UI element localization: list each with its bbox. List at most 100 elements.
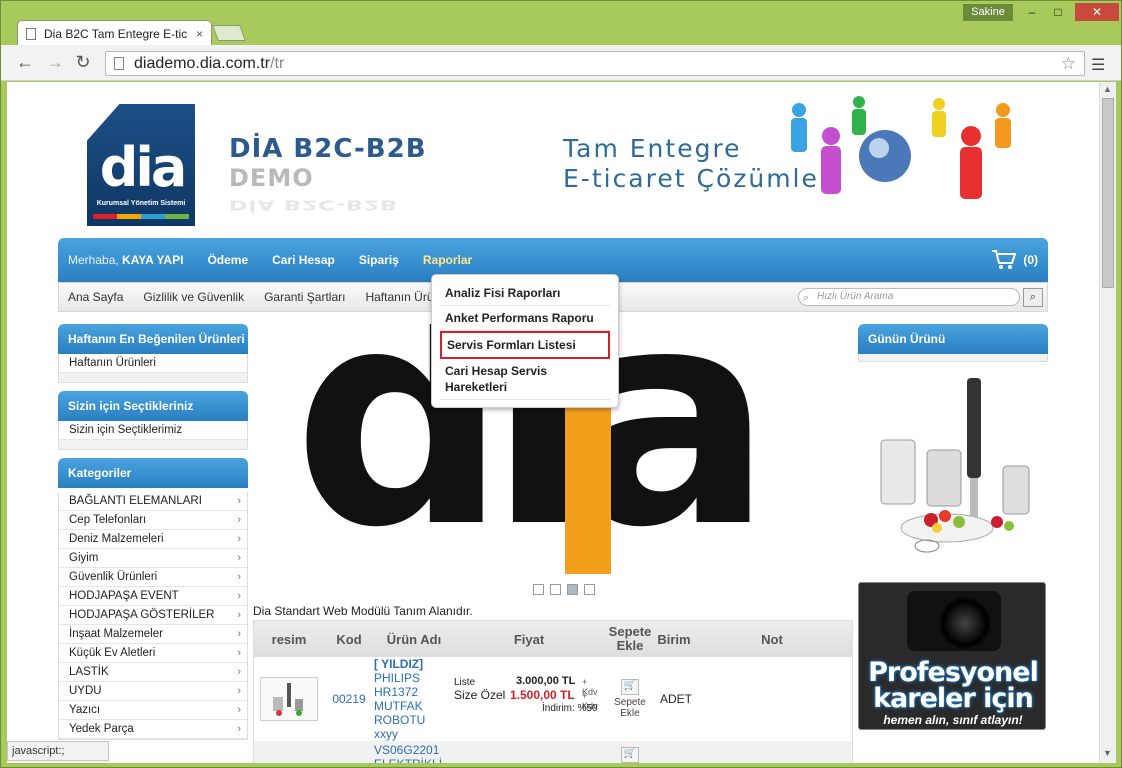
th-birim: Birim xyxy=(657,631,691,647)
category-label: Küçük Ev Aletleri xyxy=(69,647,156,659)
chevron-right-icon: › xyxy=(237,571,241,583)
category-item[interactable]: Güvenlik Ürünleri › xyxy=(59,568,247,587)
browser-toolbar: ← → ↻ diademo.dia.com.tr /tr ☆ ☰ xyxy=(1,45,1121,81)
greeting: Merhaba, KAYA YAPI xyxy=(68,253,184,267)
product-name[interactable]: VS06G2201 ELEKTRİKLİ xyxy=(374,741,454,763)
ad-line2: kareler için xyxy=(873,683,1034,714)
category-label: Yedek Parça xyxy=(69,723,134,735)
close-window-icon[interactable]: ✕ xyxy=(1075,3,1119,21)
browser-menu-icon[interactable]: ☰ xyxy=(1091,55,1105,75)
weekly-box: Haftanın Ürünleri xyxy=(58,354,248,383)
status-bar: javascript:; xyxy=(7,741,109,761)
category-label: HODJAPAŞA GÖSTERİLER xyxy=(69,609,215,621)
bookmark-star-icon[interactable]: ☆ xyxy=(1061,54,1076,74)
weekly-item[interactable]: Haftanın Ürünleri xyxy=(59,354,247,373)
browser-window: Dia B2C Tam Entegre E-tic × Sakine – □ ✕… xyxy=(0,0,1122,768)
chevron-right-icon: › xyxy=(237,552,241,564)
vertical-scrollbar[interactable]: ▲ ▼ xyxy=(1099,82,1116,763)
people-globe-illustration xyxy=(791,96,1011,199)
category-item[interactable]: İnşaat Malzemeler › xyxy=(59,625,247,644)
category-label: Giyim xyxy=(69,552,99,564)
tab-title: Dia B2C Tam Entegre E-tic xyxy=(44,26,188,41)
add-to-cart-button[interactable]: 🛒 xyxy=(604,741,656,763)
subnav-gizlilik[interactable]: Gizlilik ve Güvenlik xyxy=(143,290,244,304)
blender-product-image[interactable] xyxy=(867,370,1039,562)
th-urun-adi: Ürün Adı xyxy=(386,631,442,647)
category-item[interactable]: HODJAPAŞA GÖSTERİLER › xyxy=(59,606,247,625)
category-item[interactable]: Yedek Parça › xyxy=(59,720,247,739)
category-item[interactable]: HODJAPAŞA EVENT › xyxy=(59,587,247,606)
category-item[interactable]: UYDU › xyxy=(59,682,247,701)
scrollbar-thumb[interactable] xyxy=(1102,98,1114,288)
chevron-right-icon: › xyxy=(237,609,241,621)
chevron-right-icon: › xyxy=(237,628,241,640)
categories-title: Kategoriler xyxy=(58,458,248,488)
category-item[interactable]: Cep Telefonları › xyxy=(59,511,247,530)
close-tab-icon[interactable]: × xyxy=(196,27,203,41)
category-label: LASTİK xyxy=(69,666,109,678)
category-item[interactable]: Deniz Malzemeleri › xyxy=(59,530,247,549)
forward-icon[interactable]: → xyxy=(45,53,65,71)
category-label: Deniz Malzemeleri xyxy=(69,533,164,545)
category-item[interactable]: BAĞLANTI ELEMANLARI › xyxy=(59,492,247,511)
chevron-right-icon: › xyxy=(237,514,241,526)
dia-logo[interactable]: dia Kurumsal Yönetim Sistemi xyxy=(87,104,195,226)
category-item[interactable]: Giyim › xyxy=(59,549,247,568)
th-not: Not xyxy=(761,631,783,647)
picks-item[interactable]: Sizin için Seçtiklerimiz xyxy=(59,421,247,440)
slider-dot[interactable] xyxy=(584,584,595,595)
minimize-icon[interactable]: – xyxy=(1019,3,1045,21)
picks-box-title: Sizin için Seçtikleriniz xyxy=(58,391,248,421)
page-icon xyxy=(114,57,124,70)
subnav-ana-sayfa[interactable]: Ana Sayfa xyxy=(68,290,123,304)
nav-cari-hesap[interactable]: Cari Hesap xyxy=(272,253,335,267)
cart-icon: 🛒 xyxy=(621,747,639,763)
category-item[interactable]: Küçük Ev Aletleri › xyxy=(59,644,247,663)
product-price: Liste Size Özel 3.000,00 TL 1.500,00 TL … xyxy=(454,675,598,714)
table-row: VS06G2201 ELEKTRİKLİ 🛒 xyxy=(254,741,852,763)
add-to-cart-button[interactable]: 🛒 Sepete Ekle xyxy=(604,679,656,719)
category-item[interactable]: LASTİK › xyxy=(59,663,247,682)
camera-ad-banner[interactable]: Profesyonel kareler için hemen alın, sın… xyxy=(858,582,1046,730)
table-row: 00219 [ YILDIZ] PHILIPS HR1372 MUTFAK RO… xyxy=(254,657,852,741)
subnav-garanti[interactable]: Garanti Şartları xyxy=(264,290,345,304)
logo-text: dia xyxy=(99,136,188,199)
menu-cari-hesap-servis[interactable]: Cari Hesap Servis Hareketleri xyxy=(440,359,610,400)
menu-anket-performans[interactable]: Anket Performans Raporu xyxy=(440,306,610,331)
product-code[interactable]: 00219 xyxy=(324,692,374,706)
back-icon[interactable]: ← xyxy=(15,53,35,71)
maximize-icon[interactable]: □ xyxy=(1045,3,1071,21)
slider-dot[interactable] xyxy=(550,584,561,595)
th-sepete-ekle: Sepete Ekle xyxy=(608,624,652,653)
brand-subtitle: DEMO xyxy=(229,164,314,192)
user-badge[interactable]: Sakine xyxy=(963,4,1013,21)
menu-servis-formlari[interactable]: Servis Formları Listesi xyxy=(440,331,610,359)
category-item[interactable]: Yazıcı › xyxy=(59,701,247,720)
browser-tab[interactable]: Dia B2C Tam Entegre E-tic × xyxy=(17,20,212,46)
search-button[interactable]: ⌕ xyxy=(1023,288,1043,307)
cart-button[interactable]: (0) xyxy=(991,249,1038,271)
chevron-right-icon: › xyxy=(237,666,241,678)
product-thumbnail[interactable] xyxy=(260,677,318,721)
menu-analiz-fisi[interactable]: Analiz Fisi Raporları xyxy=(440,281,610,306)
chevron-right-icon: › xyxy=(237,533,241,545)
category-label: HODJAPAŞA EVENT xyxy=(69,590,179,602)
reload-icon[interactable]: ↻ xyxy=(73,53,93,71)
mixer-image xyxy=(273,683,303,716)
slider-dot[interactable] xyxy=(533,584,544,595)
product-name[interactable]: [ YILDIZ] PHILIPS HR1372 MUTFAK ROBOTU x… xyxy=(374,657,454,741)
nav-raporlar[interactable]: Raporlar xyxy=(423,253,472,267)
new-tab-button[interactable] xyxy=(212,25,246,41)
nav-odeme[interactable]: Ödeme xyxy=(207,253,248,267)
table-header: resim Kod Ürün Adı Fiyat Sepete Ekle Bir… xyxy=(254,621,852,657)
product-unit: ADET xyxy=(660,692,693,706)
title-bar: Dia B2C Tam Entegre E-tic × Sakine – □ ✕ xyxy=(1,1,1121,46)
nav-siparis[interactable]: Sipariş xyxy=(359,253,399,267)
slider-dot-active[interactable] xyxy=(567,584,578,595)
weekly-box-title: Haftanın En Beğenilen Ürünleri xyxy=(58,324,248,354)
search-placeholder: Hızlı Ürün Arama xyxy=(817,291,894,302)
address-bar[interactable]: diademo.dia.com.tr /tr ☆ xyxy=(105,51,1085,76)
th-kod: Kod xyxy=(336,631,362,647)
search-input[interactable]: ⌕ Hızlı Ürün Arama xyxy=(798,288,1020,306)
chevron-right-icon: › xyxy=(237,704,241,716)
